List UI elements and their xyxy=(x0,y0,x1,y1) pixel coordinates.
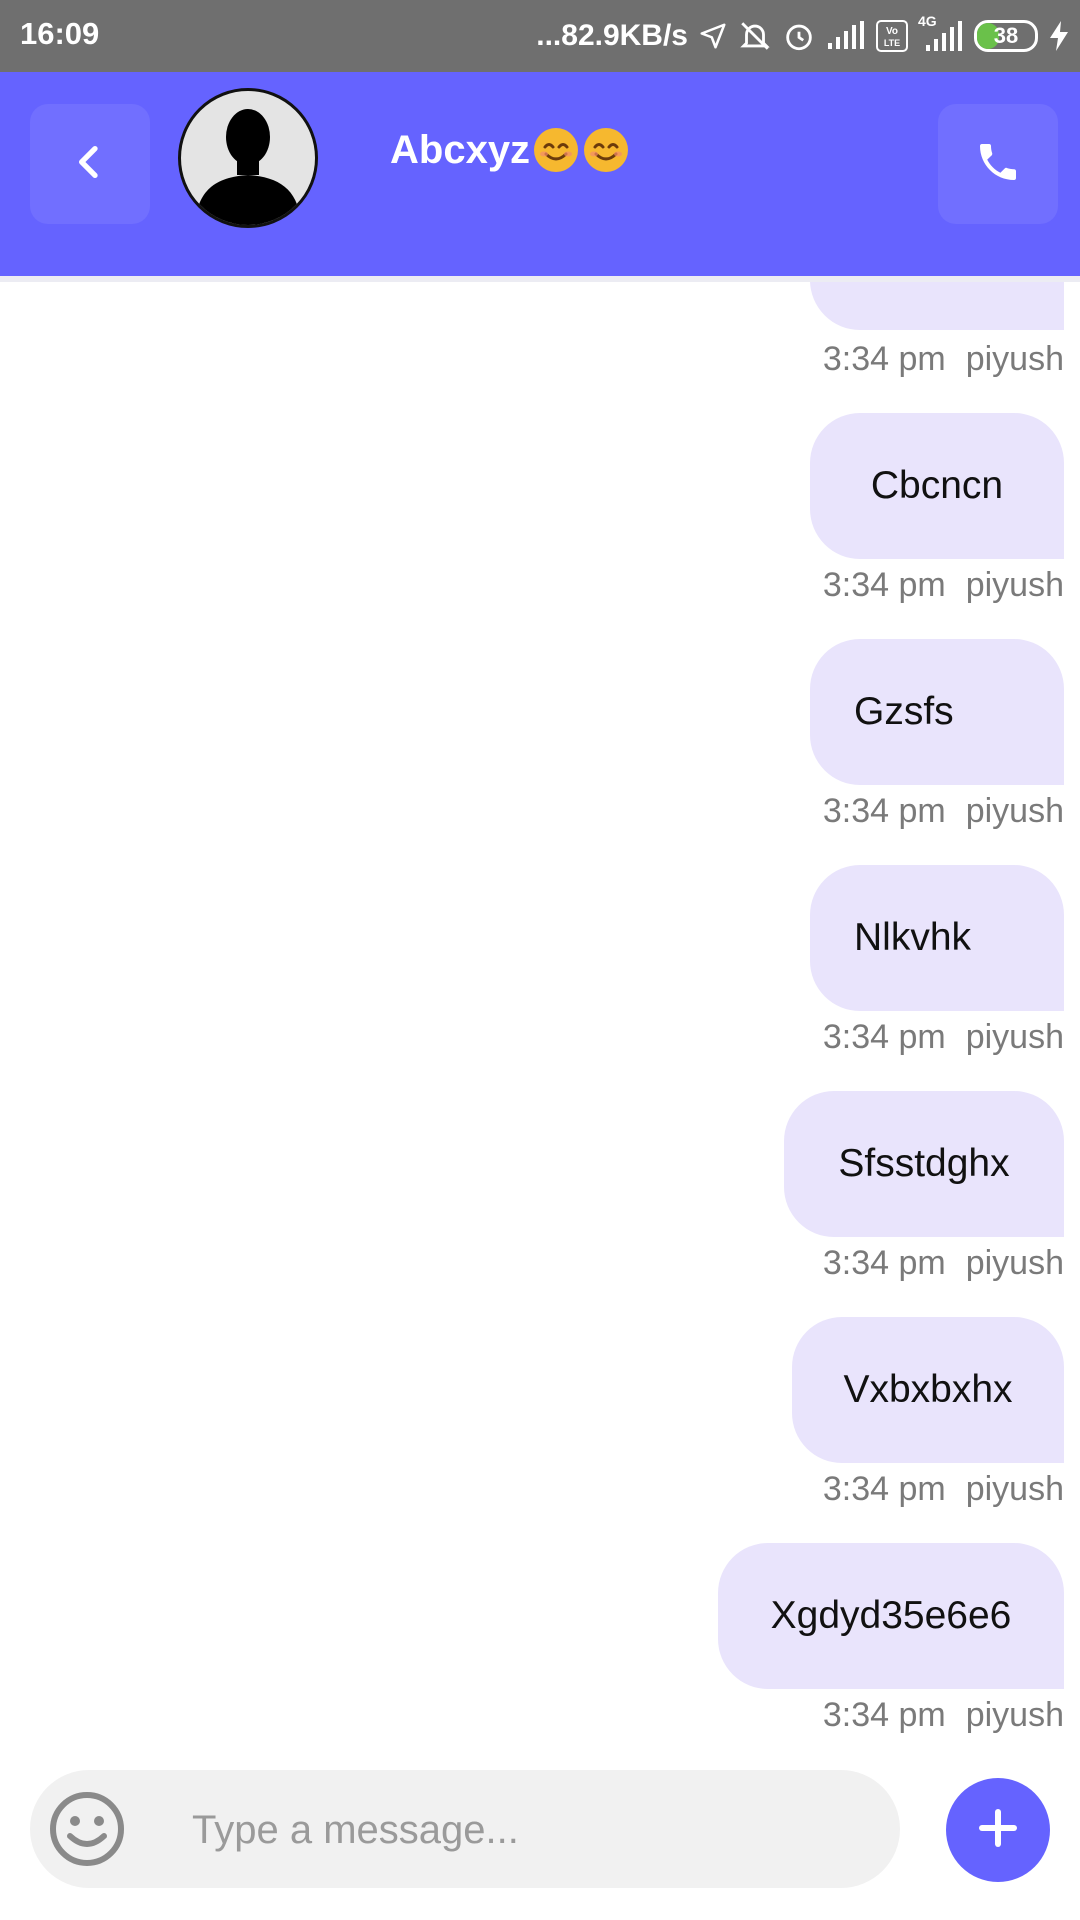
message-time: 3:34 pm xyxy=(822,340,946,378)
svg-text:LTE: LTE xyxy=(884,38,900,48)
message-sender: piyush xyxy=(965,566,1064,604)
status-icons: ...82.9KB/s Vo LTE 4G 38 xyxy=(536,13,1070,58)
message-sender: piyush xyxy=(965,1018,1064,1056)
back-button[interactable] xyxy=(30,104,150,224)
message-bubble[interactable]: Gzsfs xyxy=(810,639,1064,785)
message-time: 3:34 pm xyxy=(822,792,946,830)
mute-bell-icon xyxy=(738,19,772,53)
message-time: 3:34 pm xyxy=(822,566,946,604)
message-text: Sfsstdghx xyxy=(838,1142,1010,1185)
network-type-label: 4G xyxy=(918,13,937,29)
contact-name[interactable]: Abcxyz xyxy=(390,126,630,174)
message-time: 3:34 pm xyxy=(822,1470,946,1508)
message-input[interactable] xyxy=(190,1798,874,1862)
status-bar: 16:09 ...82.9KB/s Vo LTE 4G 38 xyxy=(0,0,1080,72)
alarm-icon xyxy=(782,19,816,53)
message-bubble[interactable]: Xgdyd35e6e6 xyxy=(718,1543,1064,1689)
message-bubble[interactable]: Sfsstdghx xyxy=(784,1091,1064,1237)
message-meta: 3:34 pm piyush xyxy=(823,792,1064,831)
message-bubble[interactable]: Cbcncn xyxy=(810,413,1064,559)
message-text: Vxbxbxhx xyxy=(843,1368,1013,1411)
battery-level: 38 xyxy=(993,23,1019,48)
message-meta: 3:34 pm piyush xyxy=(823,1244,1064,1283)
message-time: 3:34 pm xyxy=(822,1244,946,1282)
call-button[interactable] xyxy=(938,104,1058,224)
message-sender: piyush xyxy=(965,792,1064,830)
chat-header: Abcxyz xyxy=(0,72,1080,276)
message-meta: 3:34 pm piyush xyxy=(823,566,1064,605)
message-text: Cbcncn xyxy=(870,464,1004,507)
smiling-face-icon xyxy=(534,128,579,172)
message-bubble[interactable]: Vxbxbxhx xyxy=(792,1317,1064,1463)
message-bubble[interactable] xyxy=(810,282,1064,330)
message-meta: 3:34 pm piyush xyxy=(823,1018,1064,1057)
message-time: 3:34 pm xyxy=(822,1696,946,1734)
add-attachment-button[interactable] xyxy=(946,1778,1050,1882)
location-arrow-icon xyxy=(698,21,728,51)
svg-text:Vo: Vo xyxy=(886,26,898,37)
contact-avatar[interactable] xyxy=(178,88,318,228)
message-sender: piyush xyxy=(965,1470,1064,1508)
message-meta: 3:34 pm piyush xyxy=(823,1470,1064,1509)
status-time: 16:09 xyxy=(20,16,100,51)
smiling-face-icon xyxy=(584,128,629,172)
signal-icon xyxy=(826,21,866,51)
message-sender: piyush xyxy=(965,340,1064,378)
message-list[interactable]: 3:34 pm piyush Cbcncn 3:34 pm piyush Gzsfs… xyxy=(0,282,1080,1752)
smiley-icon[interactable] xyxy=(48,1790,126,1868)
charging-icon xyxy=(1048,20,1070,52)
message-sender: piyush xyxy=(965,1244,1064,1282)
plus-icon xyxy=(976,1806,1020,1855)
message-bubble[interactable]: Nlkvhk xyxy=(810,865,1064,1011)
volte-icon: Vo LTE xyxy=(876,20,908,52)
network-speed: ...82.9KB/s xyxy=(536,19,688,52)
chevron-left-icon xyxy=(70,142,110,187)
message-text: Gzsfs xyxy=(854,690,954,733)
battery-icon: 38 xyxy=(974,20,1038,52)
message-text: Nlkvhk xyxy=(854,916,972,959)
message-composer xyxy=(30,1770,900,1888)
message-sender: piyush xyxy=(965,1696,1064,1734)
message-meta: 3:34 pm piyush xyxy=(823,340,1064,379)
message-time: 3:34 pm xyxy=(822,1018,946,1056)
message-meta: 3:34 pm piyush xyxy=(823,1696,1064,1735)
signal-4g-icon: 4G xyxy=(918,13,964,53)
phone-icon xyxy=(974,138,1022,191)
contact-name-text: Abcxyz xyxy=(390,127,531,172)
message-text: Xgdyd35e6e6 xyxy=(770,1594,1012,1637)
